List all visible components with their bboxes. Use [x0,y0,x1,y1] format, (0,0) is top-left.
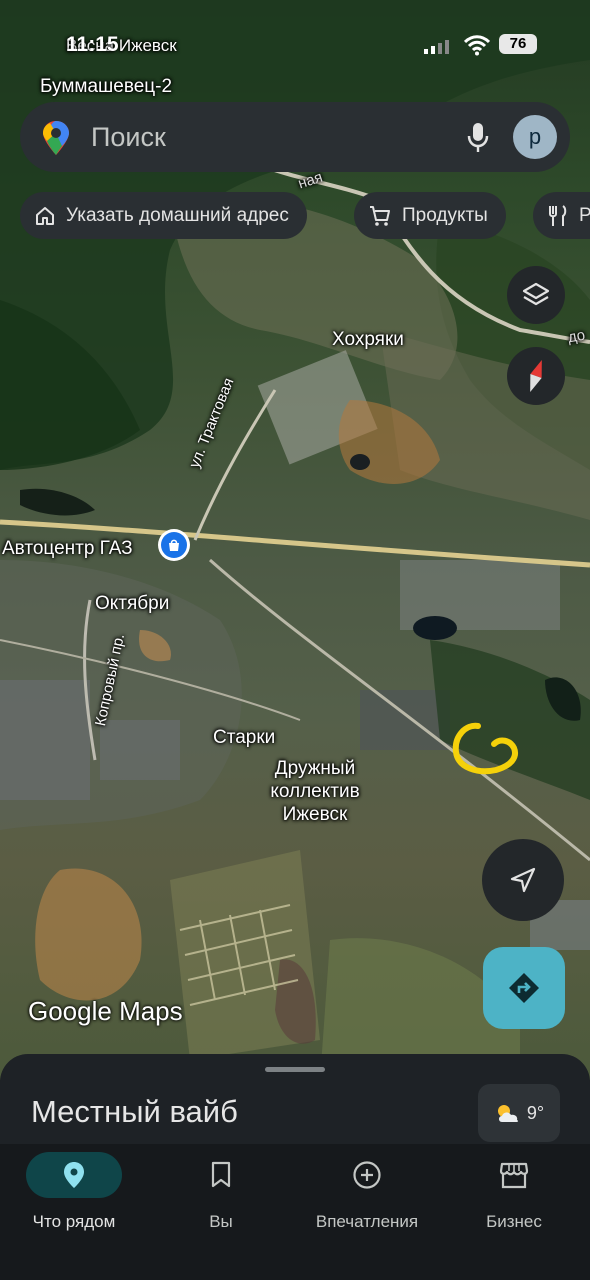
map-label-hohryaki[interactable]: Хохряки [332,329,404,351]
plus-circle-icon [353,1161,381,1189]
map-label-oktyabri[interactable]: Октябри [95,593,169,615]
chip-restaurants[interactable]: Р [533,192,590,239]
my-location-button[interactable] [482,839,564,921]
compass-needle-icon [530,360,542,392]
shopping-place-marker[interactable] [158,529,190,561]
map-label-druzhny-line2: коллектив [270,781,360,802]
chip-groceries[interactable]: Продукты [354,192,506,239]
sheet-drag-handle[interactable] [265,1067,325,1072]
map-label-druzhny-line3: Ижевск [282,804,348,825]
nav-item-you[interactable]: Вы [147,1152,295,1242]
directions-icon [509,973,539,1003]
nav-icon-wrap-you [147,1152,295,1198]
google-maps-watermark: Google Maps [28,996,183,1026]
nav-item-contribute[interactable]: Впечатления [293,1152,441,1242]
bookmark-icon [211,1161,231,1188]
google-maps-pin-icon [43,121,69,155]
chip-set-home-address[interactable]: Указать домашний адрес [20,192,307,239]
map-label-starki[interactable]: Старки [213,727,275,749]
microphone-icon[interactable] [467,122,489,154]
status-time: 11:15 [66,33,119,56]
chip-label-restaurants: Р [579,204,590,226]
bottom-navigation: Что рядом Вы Впечатления Бизнес [0,1144,590,1280]
account-avatar[interactable]: р [513,115,557,159]
bottom-sheet[interactable]: Местный вайб 9° [0,1054,590,1154]
nav-label-business: Бизнес [486,1212,542,1231]
battery-indicator: 76 [499,34,537,54]
map-label-avtocentr[interactable]: Автоцентр ГАЗ [2,538,133,560]
annotation-circle [452,722,518,775]
signal-icon [424,40,449,54]
chip-label-groceries: Продукты [402,204,488,226]
nav-item-business[interactable]: Бизнес [440,1152,588,1242]
cart-icon [370,205,390,226]
compass-button[interactable] [507,347,565,405]
sheet-title: Местный вайб [31,1094,238,1129]
weather-temperature: 9° [526,1102,545,1123]
nav-item-nearby[interactable]: Что рядом [0,1152,148,1242]
pin-icon [64,1162,84,1188]
wifi-icon [464,35,490,56]
weather-chip[interactable]: 9° [478,1084,560,1142]
search-input[interactable]: Поиск [91,122,166,153]
nav-icon-wrap-business [440,1152,588,1198]
nav-label-nearby: Что рядом [32,1212,116,1231]
home-icon [36,206,54,225]
navigation-arrow-icon [510,867,536,893]
store-icon [499,1162,529,1189]
layers-icon [522,282,550,306]
map-label-road-right: до [566,326,587,347]
shopping-bag-icon [161,532,187,558]
layers-button[interactable] [507,266,565,324]
map-label-bummashevets[interactable]: Буммашевец-2 [40,76,172,98]
search-bar[interactable]: Поиск р [20,102,570,172]
nav-icon-wrap-contribute [293,1152,441,1198]
chip-label-home: Указать домашний адрес [66,204,289,226]
nav-label-you: Вы [209,1212,233,1231]
map-label-druzhny-kollektiv[interactable]: Дружный коллектив Ижевск [255,757,375,826]
status-bar: 11:15 76 [0,0,590,72]
partly-cloudy-icon [497,1105,518,1122]
restaurant-icon [549,204,567,226]
map-label-druzhny-line1: Дружный [274,758,356,779]
nav-active-indicator [26,1152,122,1198]
nav-label-contribute: Впечатления [315,1212,419,1231]
directions-button[interactable] [483,947,565,1029]
